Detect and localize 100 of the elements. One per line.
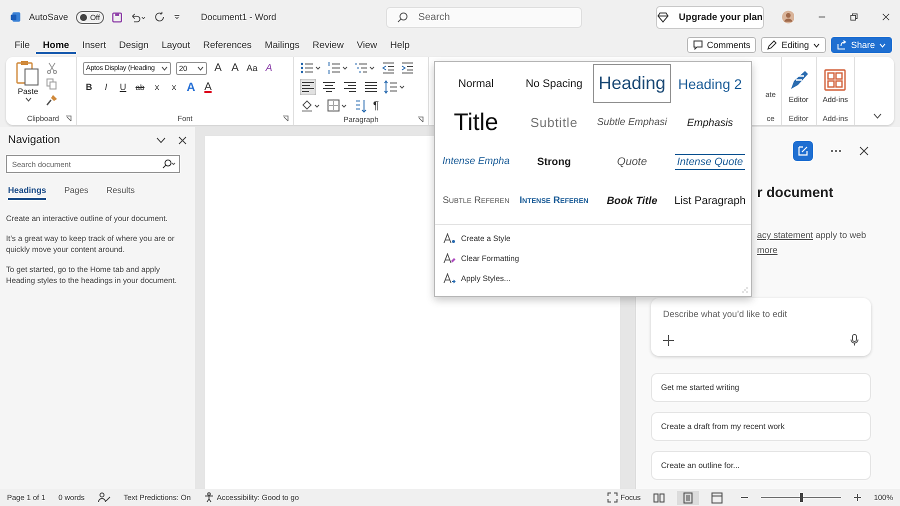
cut-icon[interactable] xyxy=(46,62,58,74)
info-text: apply to web xyxy=(816,230,866,240)
prompt-field[interactable]: Describe what you’d like to edit xyxy=(661,308,861,320)
search-icon xyxy=(397,12,408,22)
show-formatting-marks[interactable]: ¶ xyxy=(373,100,379,112)
caret-icon xyxy=(879,42,886,48)
style-option[interactable]: Normal xyxy=(437,64,515,103)
style-option[interactable]: Heading 2 xyxy=(671,64,749,103)
line-spacing-icon[interactable] xyxy=(384,80,406,94)
search-field[interactable]: Search xyxy=(416,10,571,24)
style-option[interactable]: Title xyxy=(437,103,515,142)
close-icon[interactable] xyxy=(178,136,187,144)
style-option[interactable]: Subtitle xyxy=(515,103,593,142)
change-case-button[interactable]: Aa xyxy=(246,63,258,73)
shrink-font-button[interactable]: A xyxy=(229,62,241,74)
multilevel-list-icon[interactable] xyxy=(354,61,376,75)
people-icon[interactable] xyxy=(98,492,111,503)
page-icon[interactable] xyxy=(676,490,699,504)
prompt-box[interactable]: Describe what you’d like to edit xyxy=(651,298,871,356)
style-option[interactable]: Book Title xyxy=(593,181,671,220)
save-icon[interactable] xyxy=(112,10,122,24)
resize-grip-icon[interactable] xyxy=(742,287,748,293)
menu-tab[interactable]: View xyxy=(350,36,384,54)
bold-button[interactable]: B xyxy=(83,82,95,92)
menu-tab[interactable]: Insert xyxy=(76,36,112,54)
upgrade-button[interactable]: Upgrade your plan xyxy=(656,6,764,28)
style-option[interactable]: Subtle Referen xyxy=(437,181,515,220)
privacy-link[interactable]: acy statement xyxy=(757,230,814,240)
align-left-icon[interactable] xyxy=(300,79,316,95)
style-option[interactable]: Intense Quote xyxy=(671,142,749,181)
menu-tab[interactable]: Help xyxy=(384,36,416,54)
comments-button[interactable]: Comments xyxy=(686,37,756,53)
editing-button[interactable]: Editing xyxy=(761,37,826,53)
menu-tab[interactable]: Design xyxy=(112,36,156,54)
more-link[interactable]: more xyxy=(757,245,778,255)
word-logo-icon xyxy=(10,10,22,24)
grow-font-button[interactable]: A xyxy=(212,62,224,74)
copy-icon[interactable] xyxy=(46,78,58,90)
underline-button[interactable]: U xyxy=(117,82,129,92)
style-option[interactable]: Intense Referen xyxy=(515,181,593,220)
microphone-icon[interactable] xyxy=(850,334,859,346)
zoom-in-icon[interactable] xyxy=(854,494,861,501)
effects-button[interactable]: A xyxy=(185,80,197,94)
menu-tab[interactable]: Layout xyxy=(155,36,197,54)
launcher-icon[interactable] xyxy=(65,114,72,122)
style-option[interactable]: Intense Empha xyxy=(437,142,515,181)
customize-icon[interactable] xyxy=(173,12,181,22)
launcher-icon[interactable] xyxy=(417,116,424,123)
close-icon[interactable] xyxy=(859,146,869,156)
menu-tab[interactable]: Mailings xyxy=(258,36,306,54)
zoom-out-icon[interactable] xyxy=(740,494,748,501)
avatar[interactable] xyxy=(782,9,794,25)
pane-tab[interactable]: Pages xyxy=(64,185,88,200)
shading-icon[interactable] xyxy=(300,99,322,113)
share-button[interactable]: Share xyxy=(830,37,892,53)
menu-tab[interactable]: Review xyxy=(306,36,350,54)
clear-formatting-button[interactable]: A xyxy=(263,62,275,74)
align-justify-icon[interactable] xyxy=(363,79,379,95)
numbering-icon[interactable] xyxy=(327,61,349,75)
increase-indent-icon[interactable] xyxy=(400,61,414,75)
brush-icon[interactable] xyxy=(46,94,58,106)
plus-icon[interactable] xyxy=(663,334,674,346)
style-option[interactable]: No Spacing xyxy=(515,64,593,103)
sort-icon[interactable] xyxy=(354,99,368,113)
decrease-indent-icon[interactable] xyxy=(381,61,395,75)
style-option[interactable]: Strong xyxy=(515,142,593,181)
pane-tab[interactable]: Results xyxy=(106,185,135,200)
style-option[interactable]: Subtle Emphasi xyxy=(593,103,671,142)
italic-button[interactable]: I xyxy=(100,82,112,92)
paste-button[interactable]: Paste xyxy=(16,60,40,111)
borders-icon[interactable] xyxy=(327,99,349,113)
clear-style-icon xyxy=(443,253,456,264)
more-icon[interactable] xyxy=(830,149,842,153)
suggestion-button[interactable]: Get me started writing xyxy=(651,373,871,402)
expand-ribbon-icon[interactable] xyxy=(873,113,882,119)
strike-button[interactable]: ab xyxy=(134,82,146,92)
bullets-icon[interactable] xyxy=(300,61,322,75)
launcher-icon[interactable] xyxy=(282,114,289,122)
style-option[interactable]: Quote xyxy=(593,142,671,181)
pane-tab[interactable]: Headings xyxy=(8,185,46,200)
chevron-down-icon[interactable] xyxy=(156,136,166,144)
caret-icon xyxy=(812,42,820,48)
suggestion-button[interactable]: Create an outline for... xyxy=(651,451,871,480)
redo-icon[interactable] xyxy=(154,10,166,24)
sup-button[interactable]: x xyxy=(168,82,180,92)
style-option[interactable]: Heading xyxy=(593,64,671,103)
suggestion-button[interactable]: Create a draft from my recent work xyxy=(651,412,871,441)
menu-tab[interactable]: Home xyxy=(36,36,76,54)
align-right-icon[interactable] xyxy=(342,79,358,95)
restore-icon[interactable] xyxy=(850,12,858,22)
close-icon[interactable] xyxy=(882,12,890,22)
new-chat-icon[interactable] xyxy=(793,141,813,161)
menu-tab[interactable]: References xyxy=(196,36,258,54)
color-button[interactable]: A xyxy=(202,81,214,93)
style-option[interactable]: Emphasis xyxy=(671,103,749,142)
sub-button[interactable]: x xyxy=(151,82,163,92)
style-option[interactable]: List Paragraph xyxy=(671,181,749,220)
align-center-icon[interactable] xyxy=(321,79,337,95)
menu-tab[interactable]: File xyxy=(8,36,36,54)
autosave-label: AutoSave xyxy=(29,12,68,22)
